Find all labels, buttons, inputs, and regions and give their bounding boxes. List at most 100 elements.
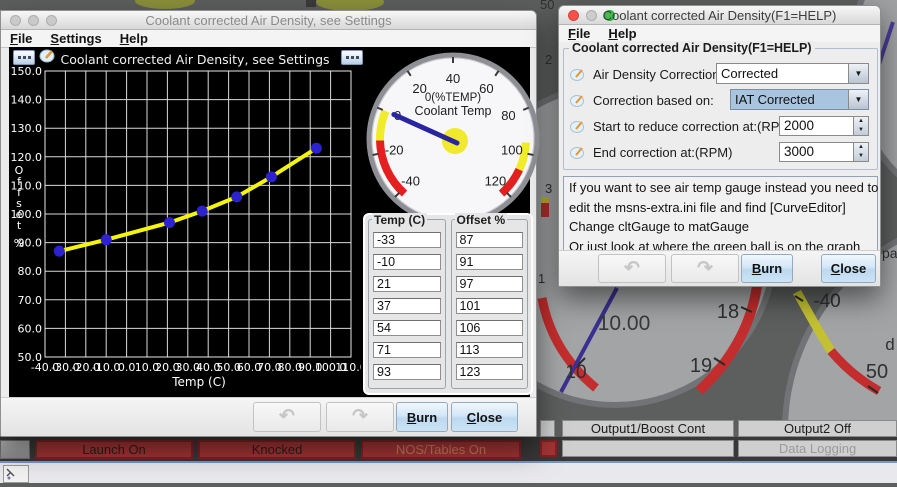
burn-button[interactable]: Burn: [741, 254, 793, 283]
offset-input-3[interactable]: [455, 298, 523, 314]
gauge-tick-label: 120: [485, 173, 507, 188]
y-tick-label: 140.0: [11, 94, 43, 107]
x-tick-label: 0.0: [118, 361, 136, 374]
curve-point[interactable]: [265, 171, 277, 183]
menu-file[interactable]: File: [10, 31, 32, 46]
help-line: If you want to see air temp gauge instea…: [569, 180, 879, 195]
close-button[interactable]: Close: [451, 402, 518, 432]
bg-gauge-fragment: [306, 0, 316, 7]
status-chip-fragment: [540, 420, 555, 437]
gauge-title: Coolant Temp: [415, 104, 492, 118]
spinner-up-icon[interactable]: ▲: [854, 117, 868, 126]
offset-input-5[interactable]: [455, 342, 523, 358]
close-button[interactable]: Close: [821, 254, 876, 283]
setting-row: Start to reduce correction at:(RPM) 2000…: [570, 115, 871, 137]
status-data-logging[interactable]: Data Logging: [738, 440, 897, 457]
temp-input-5[interactable]: [373, 342, 441, 358]
bg-gauge-tick-label: 19: [690, 355, 712, 377]
bg-gauge-value: 10.00: [598, 312, 651, 335]
end-correction-label: End correction at:(RPM): [593, 144, 733, 160]
curve-point[interactable]: [231, 191, 243, 203]
start-rpm-spinner[interactable]: 2000 ▲ ▼: [779, 116, 869, 136]
end-rpm-spinner[interactable]: 3000 ▲ ▼: [779, 142, 869, 162]
settings-group-title: Coolant corrected Air Density(F1=HELP): [569, 41, 815, 55]
menu-settings[interactable]: Settings: [50, 31, 101, 46]
curve-point[interactable]: [196, 205, 208, 217]
offset-input-4[interactable]: [455, 320, 523, 336]
bg-sliver-label: 1: [538, 271, 545, 286]
curve-graph[interactable]: 50.0 60.0 70.0 80.0 90.0 100.0 110.0 120.0 130.0…: [9, 65, 367, 386]
air-density-correction-dropdown[interactable]: Corrected ▼: [716, 63, 869, 84]
offset-input-0[interactable]: [455, 232, 523, 248]
curve-editor-window: Coolant corrected Air Density, see Setti…: [0, 10, 540, 437]
spinner-down-icon[interactable]: ▼: [854, 152, 868, 161]
curve-window-buttonrow: ↶ ↷ Burn Close: [1, 397, 536, 436]
temp-input-2[interactable]: [373, 276, 441, 292]
window-options-icon[interactable]: [13, 50, 35, 65]
dialog-titlebar[interactable]: Coolant corrected Air Density(F1=HELP): [559, 6, 880, 25]
gauge-tick: [527, 152, 534, 156]
curve-point[interactable]: [53, 245, 65, 257]
chevron-down-icon[interactable]: ▼: [848, 90, 868, 109]
chevron-down-icon[interactable]: ▼: [848, 64, 868, 83]
dropdown-value: Corrected: [721, 66, 779, 81]
status-nos-tables[interactable]: NOS/Tables On: [361, 440, 521, 459]
y-tick-label: 120.0: [11, 151, 43, 164]
correction-based-on-dropdown[interactable]: IAT Corrected ▼: [730, 89, 869, 110]
status-chip-fragment: [540, 440, 557, 457]
temp-column-group: Temp (C): [368, 213, 446, 389]
temp-input-0[interactable]: [373, 232, 441, 248]
curve-point[interactable]: [163, 217, 175, 229]
gauge-tick: [372, 152, 379, 156]
curve-point[interactable]: [100, 234, 112, 246]
bg-gauge-tick-label: -40: [813, 291, 840, 312]
undo-button[interactable]: ↶: [253, 402, 321, 432]
bg-top-label: 50: [540, 0, 554, 12]
menu-help[interactable]: Help: [120, 31, 148, 46]
spinner-up-icon[interactable]: ▲: [854, 143, 868, 152]
y-tick-label: 80.0: [18, 265, 43, 278]
status-launch[interactable]: Launch On: [35, 440, 193, 459]
setting-row: End correction at:(RPM) 3000 ▲ ▼: [570, 141, 871, 163]
bg-gauge-fragment: [541, 197, 549, 203]
spinner-down-icon[interactable]: ▼: [854, 126, 868, 135]
temp-input-6[interactable]: [373, 364, 441, 380]
dropdown-value: IAT Corrected: [735, 92, 815, 107]
temp-input-1[interactable]: [373, 254, 441, 270]
offset-input-6[interactable]: [455, 364, 523, 380]
temp-input-4[interactable]: [373, 320, 441, 336]
undo-button[interactable]: ↶: [598, 254, 666, 283]
temp-input-3[interactable]: [373, 298, 441, 314]
status-knocked[interactable]: Knocked: [198, 440, 356, 459]
temp-column-header: Temp (C): [372, 213, 428, 227]
status-blank-button[interactable]: [562, 440, 734, 457]
offset-column-group: Offset %: [450, 213, 528, 389]
redo-button[interactable]: ↷: [671, 254, 739, 283]
settings-group: Coolant corrected Air Density(F1=HELP) A…: [563, 41, 878, 170]
help-line: edit the msns-extra.ini file and find [C…: [569, 199, 846, 215]
offset-input-1[interactable]: [455, 254, 523, 270]
menu-help[interactable]: Help: [608, 26, 636, 41]
status-chip-blank[interactable]: [0, 440, 30, 459]
x-tick-label: 110.0: [335, 361, 361, 374]
taskbar-app-icon[interactable]: [3, 465, 29, 483]
burn-button[interactable]: Burn: [396, 402, 448, 432]
edit-pencil-icon: [570, 68, 584, 81]
redo-button[interactable]: ↷: [326, 402, 394, 432]
menu-file[interactable]: File: [568, 26, 590, 41]
gauge-tick-label: 80: [501, 108, 515, 123]
y-tick-label: 100.0: [11, 208, 43, 221]
status-output2[interactable]: Output2 Off: [738, 420, 897, 437]
curve-window-titlebar[interactable]: Coolant corrected Air Density, see Setti…: [1, 11, 536, 30]
bg-gauge-tick-label: 50: [866, 361, 888, 383]
offset-input-2[interactable]: [455, 276, 523, 292]
y-tick-label: 70.0: [18, 294, 43, 307]
bg-sliver-label: 2: [545, 52, 552, 67]
window-title: Coolant corrected Air Density, see Setti…: [145, 13, 392, 28]
x-tick-label: -10.0: [92, 361, 120, 374]
gauge-tick-label: -20: [385, 143, 404, 158]
gauge-tick-label: -40: [401, 173, 420, 188]
status-output1[interactable]: Output1/Boost Cont: [562, 420, 734, 437]
setting-row: Air Density Correction: Corrected ▼: [570, 63, 871, 85]
curve-point[interactable]: [310, 142, 322, 154]
